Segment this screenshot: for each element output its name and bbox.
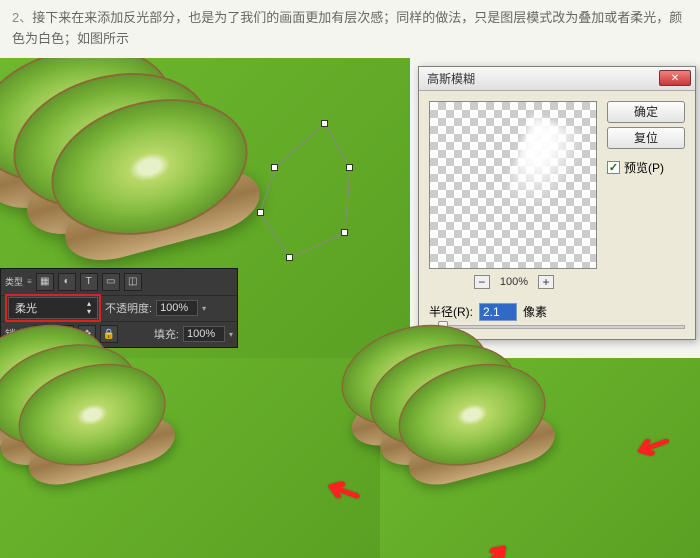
filter-text-icon[interactable]: T	[80, 273, 98, 291]
opacity-label: 不透明度:	[105, 300, 152, 316]
blur-preview[interactable]	[429, 101, 597, 269]
chevron-down-icon[interactable]: ▾	[202, 304, 206, 313]
dialog-title: 高斯模糊	[427, 70, 659, 87]
zoom-in-button[interactable]: +	[538, 275, 554, 289]
filter-adjust-icon[interactable]: ◐	[58, 273, 76, 291]
layer-type-label: 类型	[5, 275, 23, 288]
preview-checkbox[interactable]: ✓	[607, 161, 620, 174]
gaussian-blur-dialog: 高斯模糊 ✕ − 100% + 确定 复位 ✓	[418, 66, 696, 340]
blend-mode-select[interactable]: 柔光 ▴▾	[8, 297, 98, 319]
dialog-titlebar[interactable]: 高斯模糊 ✕	[419, 67, 695, 91]
path-outline	[255, 118, 365, 268]
opacity-input[interactable]	[156, 300, 198, 316]
radius-label: 半径(R):	[429, 303, 473, 320]
pen-selection-path[interactable]	[255, 118, 365, 268]
select-arrows-icon: ▴▾	[87, 300, 91, 316]
filter-smart-icon[interactable]: ◫	[124, 273, 142, 291]
panel-bottom-left	[0, 358, 380, 558]
close-icon: ✕	[671, 73, 679, 84]
blend-mode-value: 柔光	[15, 300, 37, 316]
anchor-point[interactable]	[341, 229, 348, 236]
anchor-point[interactable]	[257, 209, 264, 216]
zoom-value: 100%	[500, 276, 528, 288]
instruction-text: 2、接下来在来添加反光部分，也是为了我们的画面更加有层次感；同样的做法，只是图层…	[0, 0, 700, 58]
anchor-point[interactable]	[286, 254, 293, 261]
chevron-down-icon[interactable]: ▾	[229, 330, 233, 339]
step-number: 2、	[12, 10, 32, 25]
highlight-box: 柔光 ▴▾	[5, 294, 101, 322]
filter-pixel-icon[interactable]: ▦	[36, 273, 54, 291]
lock-all-icon[interactable]: 🔒	[100, 325, 118, 343]
filter-shape-icon[interactable]: ▭	[102, 273, 120, 291]
instruction-body: 接下来在来添加反光部分，也是为了我们的画面更加有层次感；同样的做法，只是图层模式…	[12, 10, 682, 46]
radius-unit: 像素	[523, 303, 547, 320]
radius-slider[interactable]	[429, 325, 685, 329]
radius-input[interactable]: 2.1	[479, 303, 517, 321]
chevron-icon: ≡	[27, 277, 32, 286]
zoom-out-button[interactable]: −	[474, 275, 490, 289]
anchor-point[interactable]	[346, 164, 353, 171]
close-button[interactable]: ✕	[659, 70, 691, 86]
cancel-button[interactable]: 复位	[607, 127, 685, 149]
fill-input[interactable]	[183, 326, 225, 342]
fill-label: 填充:	[154, 326, 179, 342]
preview-checkbox-label: 预览(P)	[624, 159, 664, 176]
anchor-point[interactable]	[321, 120, 328, 127]
tutorial-canvas: 类型 ≡ ▦ ◐ T ▭ ◫ 柔光 ▴▾ 不透明度: ▾ 锁定: ▨ ✎ ✥ 🔒	[0, 58, 700, 558]
anchor-point[interactable]	[271, 164, 278, 171]
ok-button[interactable]: 确定	[607, 101, 685, 123]
